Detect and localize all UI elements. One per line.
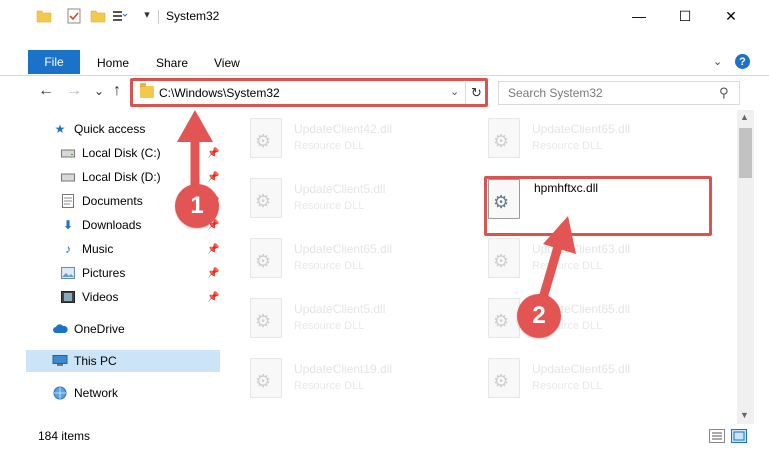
arrow-up-icon <box>177 110 213 193</box>
step-badge-1: 1 <box>175 184 219 228</box>
step-badge-2: 2 <box>517 294 561 338</box>
details-view-icon[interactable] <box>709 429 725 443</box>
large-icons-view-icon[interactable] <box>731 429 747 443</box>
item-count: 184 items <box>38 429 91 443</box>
status-bar: 184 items <box>0 426 769 446</box>
annotation-arrows <box>177 110 576 303</box>
arrow-diagonal-icon <box>538 216 576 303</box>
